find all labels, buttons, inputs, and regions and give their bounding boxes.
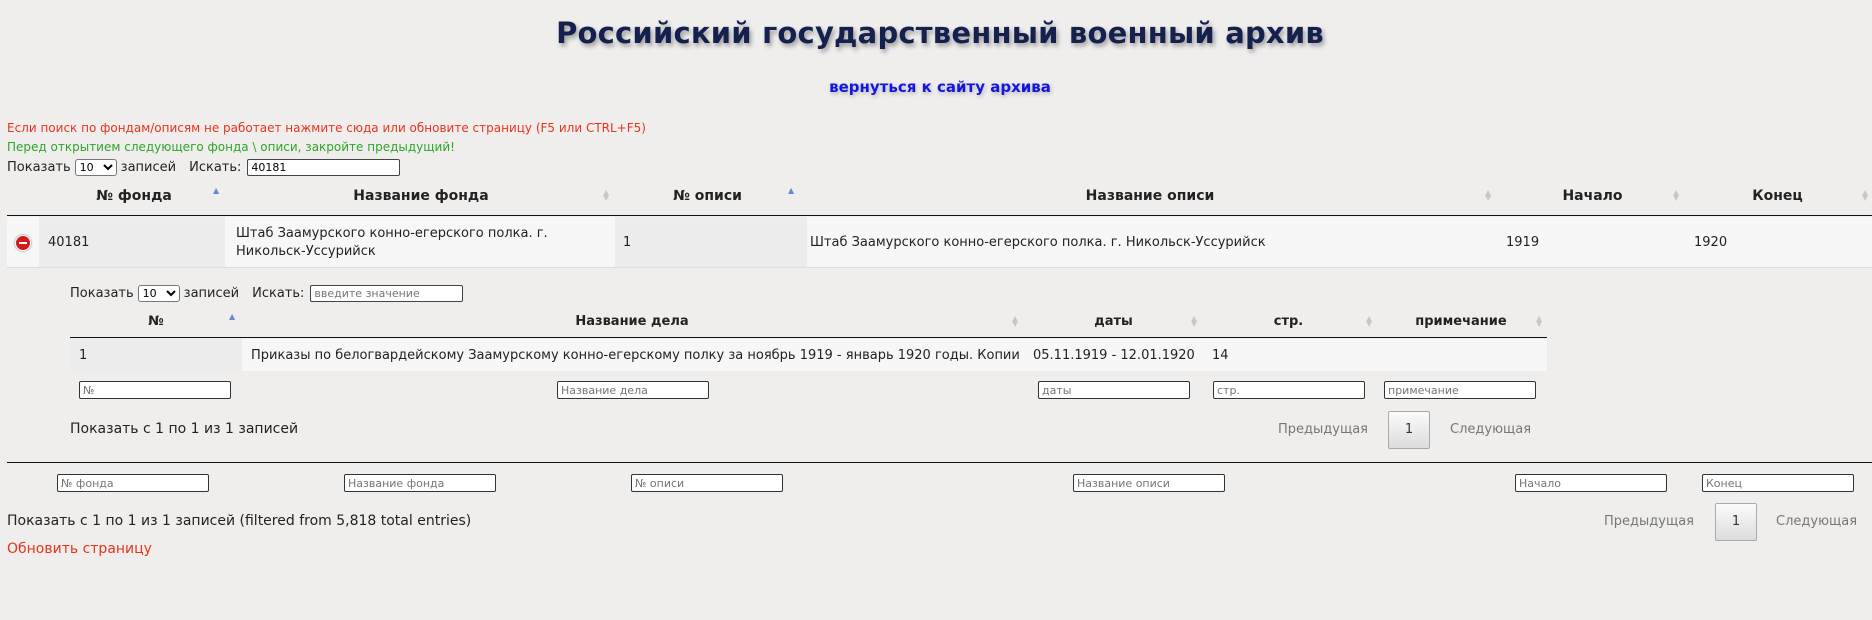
sub-col-header-note[interactable]: примечание [1376,314,1546,329]
sort-both-icon: ▲ ▼ [1191,314,1198,328]
sub-table-header-divider [70,337,1547,338]
col-header-fond-no[interactable]: № фонда [40,188,228,204]
col-header-opis-no[interactable]: № описи [615,188,800,204]
page-title: Российский государственный военный архив [556,16,1324,50]
sort-both-icon: ▲ ▼ [603,188,610,202]
main-length-select[interactable]: 10 [74,159,117,176]
refresh-page-link[interactable]: Обновить страницу [7,541,152,557]
main-prev-button[interactable]: Предыдущая [1604,514,1694,529]
sorted-column-cell-bg [70,339,242,371]
filter-opis-name[interactable] [1073,474,1225,492]
case-pages-cell: 14 [1212,348,1229,363]
sub-length-control: Показать 10 записей Искать: [70,285,464,302]
search-help-notice[interactable]: Если поиск по фондам/описям не работает … [7,121,646,135]
row-divider [7,267,1872,268]
fond-name-cell: Штаб Заамурского конно-егерского полка. … [236,225,548,261]
close-previous-notice: Перед открытием следующего фонда \ описи… [7,140,455,154]
fond-name-line: Никольск-Уссурийск [236,244,376,259]
sort-both-icon: ▲ ▼ [1673,188,1680,202]
case-dates-cell: 05.11.1919 - 12.01.1920 [1033,348,1195,363]
sub-col-header-dates[interactable]: даты [1026,314,1201,329]
back-to-archive-link[interactable]: вернуться к сайту архива [0,78,1872,96]
sub-col-header-no[interactable]: № [70,314,242,329]
case-no-cell: 1 [79,348,88,363]
sub-filter-pages[interactable] [1213,381,1365,399]
filter-opis-no[interactable] [631,474,783,492]
sort-asc-icon: ▲ [213,186,220,195]
main-length-control: Показать 10 записей Искать: [7,159,401,176]
sub-col-header-pages[interactable]: стр. [1201,314,1376,329]
fond-name-line: Штаб Заамурского конно-егерского полка. … [236,226,548,241]
main-page-1-button[interactable]: 1 [1715,503,1757,541]
sub-length-select[interactable]: 10 [137,285,180,302]
table-bottom-divider [7,462,1872,463]
main-next-button[interactable]: Следующая [1776,514,1857,529]
table-header-divider [7,215,1872,216]
search-label: Искать: [252,286,305,301]
show-label: Показать [7,160,71,175]
sub-table-info: Показать с 1 по 1 из 1 записей [70,421,299,437]
sub-filter-dates[interactable] [1038,381,1190,399]
col-header-fond-name[interactable]: Название фонда [230,188,612,204]
sub-page-1-button[interactable]: 1 [1388,411,1430,449]
sort-both-icon: ▲ ▼ [1366,314,1373,328]
filter-fond-no[interactable] [57,474,209,492]
show-label: Показать [70,286,134,301]
col-header-end[interactable]: Конец [1685,188,1870,204]
fond-no-cell: 40181 [48,235,90,250]
sort-both-icon: ▲ ▼ [1485,188,1492,202]
filter-start[interactable] [1515,474,1667,492]
sort-both-icon: ▲ ▼ [1862,188,1869,202]
start-cell: 1919 [1506,235,1540,250]
opis-name-cell: Штаб Заамурского конно-егерского полка. … [810,235,1266,250]
filter-fond-name[interactable] [344,474,496,492]
main-table-info: Показать с 1 по 1 из 1 записей (filtered… [7,513,472,529]
case-name-cell: Приказы по белогвардейскому Заамурскому … [251,348,1020,363]
sub-next-button[interactable]: Следующая [1450,422,1531,437]
entries-label: записей [120,160,177,175]
col-header-opis-name[interactable]: Название описи [800,188,1500,204]
sort-both-icon: ▲ ▼ [1012,314,1019,328]
collapse-row-icon[interactable] [15,235,31,251]
sorted-column-cell-bg [615,217,807,267]
main-search-input[interactable] [247,159,401,176]
sub-filter-case-name[interactable] [557,381,709,399]
filter-end[interactable] [1702,474,1854,492]
opis-no-cell: 1 [623,235,632,250]
search-label: Искать: [189,160,242,175]
sort-both-icon: ▲ ▼ [1536,314,1543,328]
sort-asc-icon: ▲ [229,312,236,321]
col-header-start[interactable]: Начало [1500,188,1685,204]
sub-search-input[interactable] [310,285,464,302]
entries-label: записей [183,286,240,301]
end-cell: 1920 [1694,235,1728,250]
sub-prev-button[interactable]: Предыдущая [1278,422,1368,437]
sub-col-header-case-name[interactable]: Название дела [242,314,1022,329]
sub-filter-no[interactable] [79,381,231,399]
sort-asc-icon: ▲ [788,186,795,195]
sub-filter-note[interactable] [1384,381,1536,399]
